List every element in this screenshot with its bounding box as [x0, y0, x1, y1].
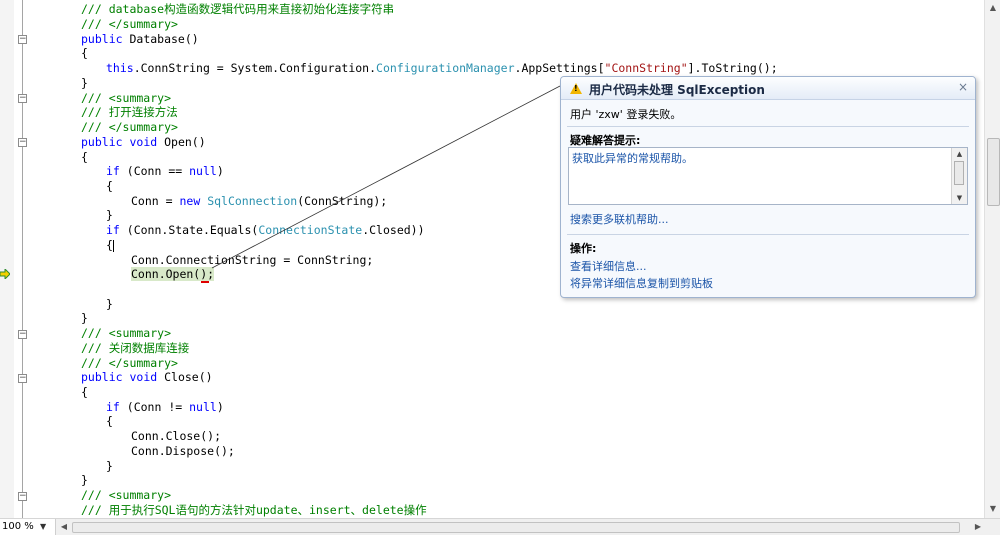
scroll-down-icon[interactable]: ▼: [952, 192, 967, 204]
code-line: }: [106, 297, 113, 311]
zoom-dropdown[interactable]: 100 % ▼: [0, 519, 56, 535]
copy-exception-detail-link[interactable]: 将异常详细信息复制到剪贴板: [570, 275, 713, 291]
bottom-bar: 100 % ▼ ◀ ▶: [0, 518, 1000, 535]
chevron-down-icon[interactable]: ▼: [40, 519, 46, 535]
code-line: Conn.Dispose();: [131, 444, 235, 458]
code-line: }: [81, 311, 88, 325]
outline-guide: [22, 0, 23, 518]
collapse-icon[interactable]: −: [18, 35, 27, 44]
troubleshooting-list[interactable]: 获取此异常的常规帮助。 ▲ ▼: [568, 147, 968, 205]
collapse-icon[interactable]: −: [18, 374, 27, 383]
collapse-icon[interactable]: −: [18, 94, 27, 103]
code-line: {: [106, 238, 114, 252]
current-statement-line: Conn.Open();: [131, 267, 215, 281]
indicator-margin[interactable]: [0, 0, 14, 518]
close-icon[interactable]: ×: [958, 80, 968, 94]
code-line: {: [81, 150, 88, 164]
code-line: public void Open(): [81, 135, 206, 149]
search-online-help-link[interactable]: 搜索更多联机帮助...: [570, 211, 669, 227]
actions-heading: 操作:: [570, 242, 597, 255]
collapse-icon[interactable]: −: [18, 330, 27, 339]
exception-assistant-popup: ! 用户代码未处理 SqlException × 用户 'zxw' 登录失败。 …: [560, 76, 976, 298]
zoom-value: 100 %: [2, 521, 34, 532]
code-line: /// </summary>: [81, 356, 178, 370]
code-line: {: [81, 385, 88, 399]
vertical-scrollbar[interactable]: ▲ ▼: [984, 0, 1000, 518]
code-line: {: [106, 179, 113, 193]
text-cursor: [112, 239, 114, 252]
code-line: if (Conn.State.Equals(ConnectionState.Cl…: [106, 223, 425, 237]
horizontal-scrollbar[interactable]: ◀ ▶: [58, 519, 984, 535]
code-line: if (Conn == null): [106, 164, 224, 178]
code-line: Conn.ConnectionString = ConnString;: [131, 253, 374, 267]
code-line: Conn = new SqlConnection(ConnString);: [131, 194, 388, 208]
code-line: /// </summary>: [81, 120, 178, 134]
code-line: this.ConnString = System.Configuration.C…: [106, 61, 778, 75]
code-line: /// database构造函数逻辑代码用来直接初始化连接字符串: [81, 2, 395, 16]
execution-arrow-icon: [0, 269, 10, 279]
troubleshooting-tip-link[interactable]: 获取此异常的常规帮助。: [572, 150, 693, 166]
code-line: public Database(): [81, 32, 199, 46]
code-line: Conn.Close();: [131, 429, 222, 443]
code-line: }: [81, 76, 88, 90]
view-detail-link[interactable]: 查看详细信息...: [570, 258, 647, 274]
exception-title: 用户代码未处理 SqlException: [589, 83, 765, 97]
code-line: /// <summary>: [81, 326, 172, 340]
scroll-right-icon[interactable]: ▶: [972, 519, 984, 535]
code-line: /// <summary>: [81, 488, 172, 502]
troubleshooting-scroll-thumb[interactable]: [954, 161, 964, 185]
code-line: }: [106, 459, 113, 473]
code-line: {: [81, 46, 88, 60]
collapse-icon[interactable]: −: [18, 492, 27, 501]
horizontal-scroll-thumb[interactable]: [72, 522, 960, 533]
scroll-up-icon[interactable]: ▲: [952, 148, 967, 160]
divider: [567, 234, 969, 235]
code-line: public void Close(): [81, 370, 213, 384]
code-line: /// 关闭数据库连接: [81, 341, 190, 355]
collapse-icon[interactable]: −: [18, 138, 27, 147]
exception-message: 用户 'zxw' 登录失败。: [570, 108, 682, 121]
scroll-up-icon[interactable]: ▲: [986, 1, 1000, 15]
vertical-scroll-thumb[interactable]: [987, 138, 1000, 206]
code-line: /// </summary>: [81, 17, 178, 31]
warning-icon-mark: !: [574, 84, 578, 93]
code-line: /// <summary>: [81, 91, 172, 105]
code-line: {: [106, 414, 113, 428]
code-line: }: [106, 208, 113, 222]
code-line: /// 用于执行SQL语句的方法针对update、insert、delete操作: [81, 503, 427, 517]
scroll-left-icon[interactable]: ◀: [58, 519, 70, 535]
divider: [567, 126, 969, 127]
scroll-down-icon[interactable]: ▼: [986, 502, 1000, 516]
error-squiggle: [201, 281, 209, 283]
troubleshooting-heading: 疑难解答提示:: [570, 134, 641, 147]
troubleshooting-scrollbar[interactable]: ▲ ▼: [951, 148, 967, 204]
code-line: /// 打开连接方法: [81, 105, 178, 119]
exception-title-bar[interactable]: ! 用户代码未处理 SqlException ×: [561, 77, 975, 100]
code-line: }: [81, 473, 88, 487]
code-line: if (Conn != null): [106, 400, 224, 414]
